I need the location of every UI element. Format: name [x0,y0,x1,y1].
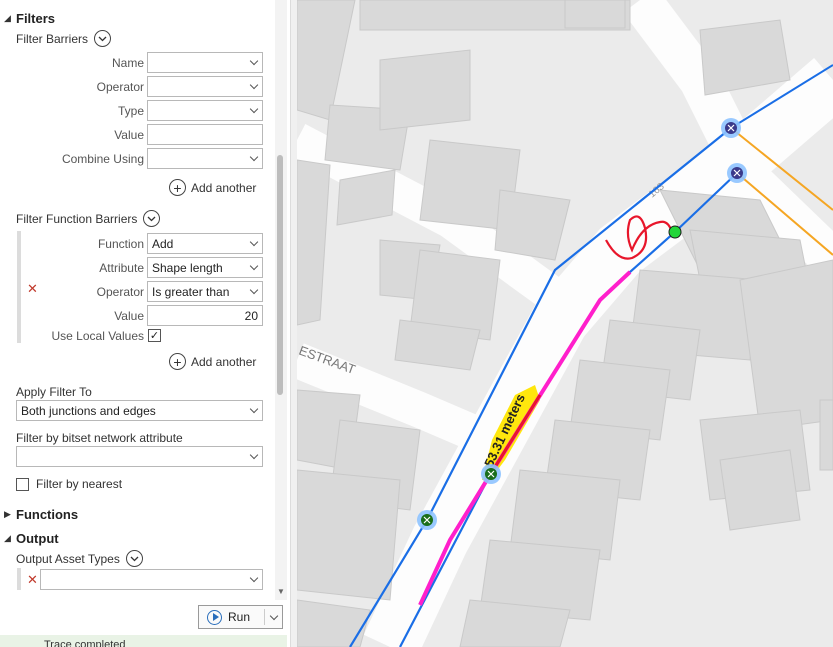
scrollbar-thumb[interactable] [277,155,283,395]
run-button[interactable]: Run [198,605,283,629]
plus-icon: + [169,353,186,370]
chevron-down-icon[interactable] [125,550,143,567]
fn-value-label: Value [114,309,144,323]
building [819,399,833,471]
run-dropdown-chevron-icon[interactable] [269,611,279,621]
dropdown-chevron-icon [249,261,259,271]
building [699,19,791,96]
name-label: Name [111,56,144,70]
operator-dropdown[interactable] [147,76,263,97]
use-local-values-checkbox[interactable]: ✓ [148,329,161,342]
filter-by-nearest-label: Filter by nearest [36,477,123,491]
fn-operator-dropdown[interactable]: Is greater than [147,281,263,302]
remove-x-icon[interactable]: ✕ [27,572,38,588]
output-asset-types-header: Output Asset Types [16,550,143,567]
building [564,0,626,29]
type-dropdown[interactable] [147,100,263,121]
output-section-header[interactable]: ◢ Output [4,531,59,546]
building [297,159,331,326]
name-dropdown[interactable] [147,52,263,73]
expand-triangle-icon[interactable]: ▶ [4,509,16,520]
use-local-values-label: Use Local Values [51,329,145,343]
building [297,0,356,121]
filter-barriers-header: Filter Barriers [16,30,112,47]
building [739,259,833,431]
attribute-label: Attribute [99,261,144,275]
collapse-triangle-icon[interactable]: ◢ [4,13,16,24]
type-label: Type [117,104,144,118]
split-divider [264,609,265,625]
starting-point-icon[interactable] [668,225,682,239]
apply-filter-to-value: Both junctions and edges [21,403,156,418]
chevron-down-icon[interactable] [94,30,112,47]
functions-title: Functions [16,507,79,522]
filter-function-barriers-title: Filter Function Barriers [16,211,138,226]
bitset-dropdown[interactable] [16,446,263,467]
fn-operator-label: Operator [96,285,144,299]
dropdown-chevron-icon [249,56,259,66]
filter-by-nearest-row[interactable]: Filter by nearest [16,477,122,491]
function-label: Function [97,237,144,251]
value-input[interactable] [147,124,263,145]
bitset-label: Filter by bitset network attribute [16,431,183,445]
filter-function-barriers-header: Filter Function Barriers [16,210,161,227]
function-dropdown[interactable]: Add [147,233,263,254]
play-icon [207,609,222,625]
group-indent-bar [17,568,21,590]
value-label: Value [114,128,144,142]
add-another-label: Add another [191,180,257,195]
operator-label: Operator [96,80,144,94]
trace-settings-panel: ◢ Filters Filter Barriers Name Operator … [0,0,290,647]
filter-by-nearest-checkbox[interactable] [16,477,29,491]
add-another-barrier-button[interactable]: + Add another [169,179,256,196]
collapse-triangle-icon[interactable]: ◢ [4,533,16,544]
dropdown-chevron-icon [249,104,259,114]
building [297,599,371,647]
dropdown-chevron-icon [249,80,259,90]
apply-filter-to-dropdown[interactable]: Both junctions and edges [16,400,263,421]
output-asset-types-dropdown[interactable] [40,569,263,590]
function-value: Add [152,236,174,251]
dropdown-chevron-icon [249,450,259,460]
dropdown-chevron-icon [249,573,259,583]
fn-operator-value: Is greater than [152,284,230,299]
add-another-label: Add another [191,354,257,369]
building [297,469,401,601]
output-asset-types-title: Output Asset Types [16,551,120,566]
status-bar: Trace completed [0,635,287,647]
junction-icon[interactable] [481,464,501,484]
junction-icon[interactable] [727,163,747,183]
run-label: Run [228,610,251,624]
panel-divider[interactable] [290,0,297,647]
combine-using-label: Combine Using [61,152,144,166]
add-another-function-barrier-button[interactable]: + Add another [169,353,256,370]
functions-section-header[interactable]: ▶ Functions [4,507,78,522]
combine-using-dropdown[interactable] [147,148,263,169]
chevron-down-icon[interactable] [143,210,161,227]
filters-title: Filters [16,11,56,26]
panel-scrollbar[interactable]: ▼ [275,0,287,600]
status-text: Trace completed [44,639,126,647]
attribute-value: Shape length [152,260,223,275]
apply-filter-to-label: Apply Filter To [16,385,92,399]
building [719,449,801,531]
building [379,49,471,131]
map-canvas[interactable]: ESTRAAT 163 53.31 meters [297,0,833,647]
plus-icon: + [169,179,186,196]
building [494,189,571,261]
filters-section-header[interactable]: ◢ Filters [4,11,55,26]
scroll-down-icon[interactable]: ▼ [277,587,285,596]
output-title: Output [16,531,59,546]
junction-icon[interactable] [721,118,741,138]
fn-value-input[interactable]: 20 [147,305,263,326]
attribute-dropdown[interactable]: Shape length [147,257,263,278]
dropdown-chevron-icon [249,152,259,162]
dropdown-chevron-icon [249,237,259,247]
dropdown-chevron-icon [249,285,259,295]
map-view[interactable]: ESTRAAT 163 53.31 meters [297,0,833,647]
filter-barriers-title: Filter Barriers [16,31,89,46]
fn-value-text: 20 [244,308,258,323]
junction-icon[interactable] [417,510,437,530]
dropdown-chevron-icon [249,404,259,414]
